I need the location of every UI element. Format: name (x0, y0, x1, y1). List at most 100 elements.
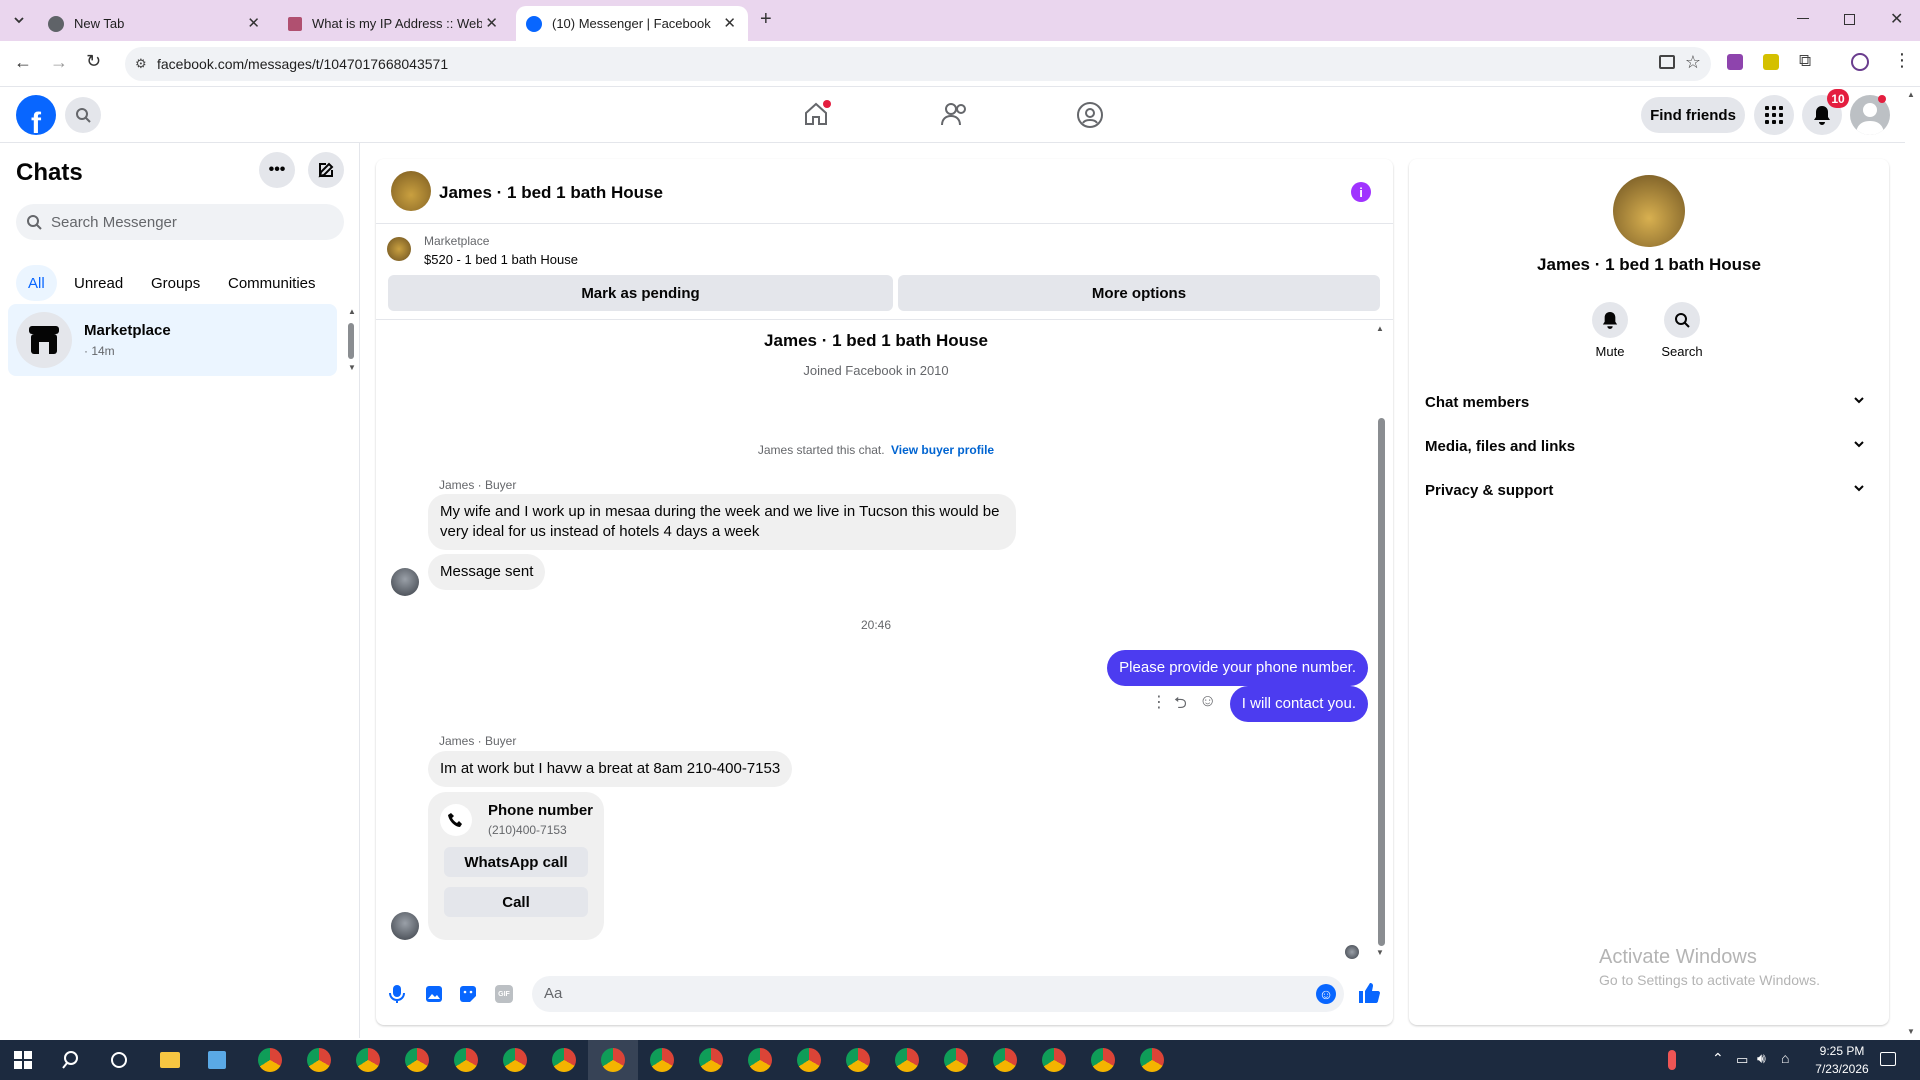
chrome-taskbar-icon[interactable] (405, 1048, 429, 1072)
chrome-taskbar-icon[interactable] (307, 1048, 331, 1072)
mark-as-pending-button[interactable]: Mark as pending (388, 275, 893, 311)
section-chat-members[interactable]: Chat members (1425, 380, 1873, 424)
search-messenger-input[interactable]: Search Messenger (16, 204, 344, 240)
outgoing-message[interactable]: I will contact you. (1229, 686, 1368, 722)
conversation-title[interactable]: James · 1 bed 1 bath House (439, 183, 663, 203)
chevron-up-icon[interactable]: ⌃ (1712, 1050, 1724, 1067)
volume-icon[interactable]: 🔊︎ (1757, 1050, 1766, 1067)
scroll-up-arrow[interactable]: ▲ (348, 307, 356, 316)
message-input[interactable]: Aa ☺ (532, 976, 1344, 1012)
chrome-taskbar-icon[interactable] (1140, 1048, 1164, 1072)
reply-icon[interactable]: ⮌ (1174, 692, 1187, 719)
back-icon[interactable]: ← (14, 52, 32, 73)
react-icon[interactable]: ☺ (1199, 691, 1216, 711)
contact-avatar[interactable] (391, 171, 431, 211)
view-buyer-profile-link[interactable]: View buyer profile (891, 443, 994, 457)
listing-title[interactable]: $520 - 1 bed 1 bath House (424, 252, 578, 267)
scroll-down-arrow[interactable]: ▼ (348, 363, 356, 372)
page-scroll-down-arrow[interactable]: ▼ (1907, 1027, 1915, 1036)
chrome-taskbar-icon[interactable] (699, 1048, 723, 1072)
close-icon[interactable]: ✕ (485, 14, 498, 32)
tab-messenger[interactable]: (10) Messenger | Facebook ✕ (516, 6, 748, 41)
chrome-taskbar-icon[interactable] (552, 1048, 576, 1072)
more-options-button[interactable]: More options (898, 275, 1380, 311)
friends-icon[interactable] (940, 101, 968, 127)
menu-icon[interactable]: ⋮ (1893, 50, 1911, 71)
info-icon[interactable]: i (1351, 182, 1371, 202)
file-explorer-icon[interactable] (160, 1052, 180, 1068)
filter-unread[interactable]: Unread (62, 265, 135, 301)
reload-icon[interactable]: ↻ (86, 51, 101, 72)
search-icon[interactable] (1664, 302, 1700, 338)
filter-communities[interactable]: Communities (216, 265, 328, 301)
chrome-taskbar-icon[interactable] (1042, 1048, 1066, 1072)
close-icon[interactable]: ✕ (247, 14, 260, 32)
incoming-message[interactable]: Message sent (428, 554, 546, 590)
extension-icon[interactable] (1763, 54, 1779, 70)
filter-groups[interactable]: Groups (139, 265, 212, 301)
notification-center-icon[interactable] (1880, 1052, 1896, 1066)
section-privacy-support[interactable]: Privacy & support (1425, 468, 1873, 512)
chrome-taskbar-icon[interactable] (650, 1048, 674, 1072)
chrome-taskbar-icon[interactable] (944, 1048, 968, 1072)
filter-all[interactable]: All (16, 265, 57, 301)
find-friends-button[interactable]: Find friends (1641, 97, 1745, 133)
chrome-taskbar-icon[interactable] (601, 1048, 625, 1072)
mute-label[interactable]: Mute (1570, 344, 1650, 359)
microphone-icon[interactable] (389, 984, 405, 1004)
tab-new-tab[interactable]: New Tab ✕ (40, 6, 272, 41)
facebook-logo[interactable]: f (16, 95, 56, 135)
call-button[interactable]: Call (444, 887, 588, 917)
outgoing-message[interactable]: Please provide your phone number. (1107, 650, 1368, 686)
close-window-icon[interactable]: ✕ (1890, 9, 1903, 29)
network-icon[interactable]: ▭ (1736, 1052, 1748, 1068)
incoming-message[interactable]: Im at work but I havw a breat at 8am 210… (428, 751, 793, 787)
chrome-taskbar-icon[interactable] (454, 1048, 478, 1072)
emoji-icon[interactable]: ☺ (1316, 984, 1336, 1004)
page-scroll-up-arrow[interactable]: ▲ (1907, 90, 1915, 99)
more-options-icon[interactable]: ••• (259, 152, 295, 188)
forward-icon[interactable]: → (50, 52, 68, 73)
scroll-down-arrow[interactable]: ▼ (1376, 948, 1384, 957)
whatsapp-call-button[interactable]: WhatsApp call (444, 847, 588, 877)
chrome-taskbar-icon[interactable] (258, 1048, 282, 1072)
bookmark-star-icon[interactable]: ☆ (1685, 52, 1701, 73)
profile-icon[interactable] (1851, 53, 1869, 71)
chrome-taskbar-icon[interactable] (846, 1048, 870, 1072)
search-icon[interactable] (65, 97, 101, 133)
search-label[interactable]: Search (1642, 344, 1722, 359)
extensions-puzzle-icon[interactable]: ⧉ (1799, 51, 1811, 71)
new-message-icon[interactable] (308, 152, 344, 188)
task-view-icon[interactable] (111, 1052, 127, 1068)
site-info-icon[interactable]: ⚙ (135, 56, 147, 72)
notepad-icon[interactable] (208, 1051, 226, 1069)
chrome-taskbar-icon[interactable] (503, 1048, 527, 1072)
clock-date[interactable]: 7/23/2026 (1807, 1062, 1877, 1076)
details-avatar[interactable] (1613, 175, 1685, 247)
messages-scrollbar[interactable] (1378, 418, 1385, 946)
wifi-icon[interactable]: ⌂ (1781, 1050, 1789, 1066)
chrome-taskbar-icon[interactable] (895, 1048, 919, 1072)
like-thumbs-up-icon[interactable] (1358, 982, 1380, 1004)
scroll-up-arrow[interactable]: ▲ (1376, 324, 1384, 333)
tab-search-icon[interactable] (12, 13, 26, 27)
mute-bell-icon[interactable] (1592, 302, 1628, 338)
incoming-message[interactable]: My wife and I work up in mesaa during th… (428, 494, 1016, 550)
message-more-icon[interactable]: ⋮ (1151, 692, 1167, 712)
gif-icon[interactable]: GIF (495, 985, 513, 1003)
chrome-taskbar-icon[interactable] (748, 1048, 772, 1072)
chrome-taskbar-icon[interactable] (1091, 1048, 1115, 1072)
windows-start-icon[interactable] (14, 1051, 32, 1069)
restore-icon[interactable] (1844, 14, 1855, 25)
search-icon[interactable] (62, 1050, 82, 1070)
clock-time[interactable]: 9:25 PM (1807, 1044, 1877, 1058)
chrome-taskbar-icon[interactable] (797, 1048, 821, 1072)
new-tab-icon[interactable]: + (760, 8, 772, 31)
tab-ip-address[interactable]: What is my IP Address :: WebBr ✕ (278, 6, 510, 41)
temperature-icon[interactable] (1668, 1050, 1676, 1070)
url-text[interactable]: facebook.com/messages/t/1047017668043571 (157, 56, 448, 72)
photo-icon[interactable] (425, 985, 443, 1003)
extension-icon[interactable] (1727, 54, 1743, 70)
menu-grid-icon[interactable] (1754, 95, 1794, 135)
chrome-taskbar-icon[interactable] (356, 1048, 380, 1072)
